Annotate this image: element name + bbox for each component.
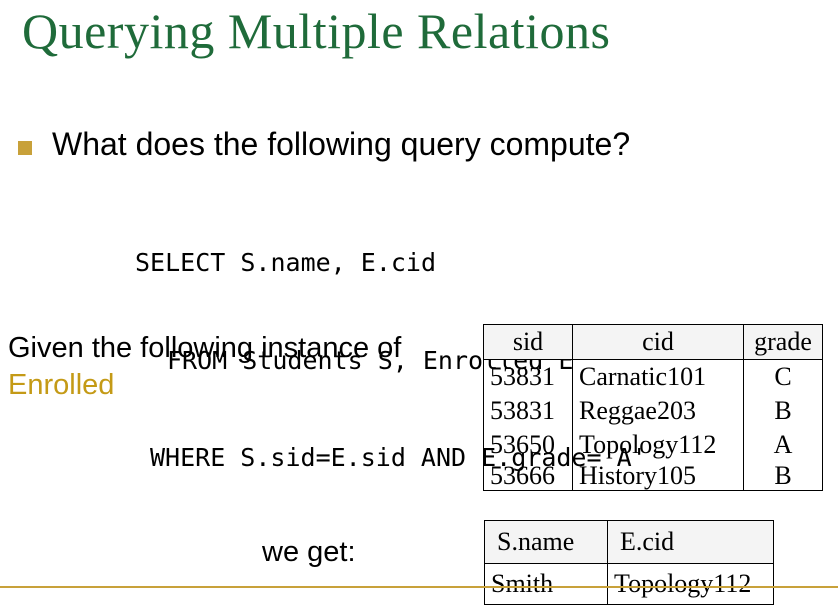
cell-grade: B (743, 462, 823, 491)
cell-sname: Smith (484, 563, 608, 605)
table-row: 53831 Carnatic101 C (483, 359, 823, 394)
given-instance-text: Given the following instance of Enrolled (8, 330, 401, 404)
cell-grade: A (743, 428, 823, 462)
we-get-label: we get: (262, 536, 356, 568)
given-prefix: Given the following instance of (8, 332, 402, 364)
sql-line-where: WHERE S.sid=E.sid AND E.grade='A' (0, 442, 647, 475)
table-header-row: sid cid grade (483, 324, 823, 360)
cell-grade: C (743, 359, 823, 394)
question-bullet: What does the following query compute? (18, 126, 630, 163)
cell-grade: B (743, 394, 823, 428)
sql-line-select: SELECT S.name, E.cid (0, 247, 436, 280)
slide-title: Querying Multiple Relations (22, 3, 611, 59)
result-table: S.name E.cid Smith Topology112 (484, 520, 774, 605)
cell-sid: 53650 (483, 428, 573, 462)
square-bullet-icon (18, 140, 32, 155)
table-row: 53666 History105 B (483, 462, 823, 491)
given-table-name: Enrolled (8, 369, 115, 401)
table-row: 53831 Reggae203 B (483, 394, 823, 428)
cell-sid: 53831 (483, 359, 573, 394)
cell-cid: Carnatic101 (572, 359, 744, 394)
column-header-sid: sid (483, 324, 573, 360)
column-header-ecid: E.cid (607, 520, 774, 564)
enrolled-table: sid cid grade 53831 Carnatic101 C 53831 … (483, 324, 823, 491)
cell-sid: 53831 (483, 394, 573, 428)
column-header-sname: S.name (484, 520, 608, 564)
sql-select-text: SELECT S.name, E.cid (135, 248, 437, 277)
question-text: What does the following query compute? (52, 126, 631, 162)
cell-sid: 53666 (483, 462, 573, 491)
cell-cid: Topology112 (572, 428, 744, 462)
cell-ecid: Topology112 (607, 563, 774, 605)
column-header-grade: grade (743, 324, 823, 360)
cell-cid: Reggae203 (572, 394, 744, 428)
table-row: Smith Topology112 (484, 563, 774, 605)
footer-divider-line (0, 586, 838, 588)
cell-cid: History105 (572, 462, 744, 491)
table-header-row: S.name E.cid (484, 520, 774, 564)
column-header-cid: cid (572, 324, 744, 360)
table-row: 53650 Topology112 A (483, 428, 823, 462)
